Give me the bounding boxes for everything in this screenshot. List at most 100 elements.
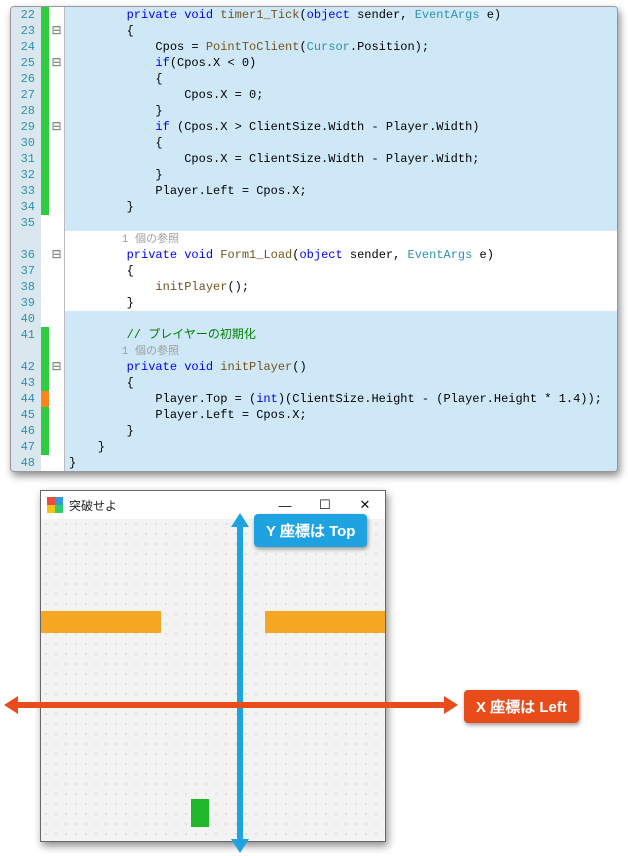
code-line[interactable]: 26 { [11, 71, 617, 87]
code-text[interactable]: initPlayer(); [65, 279, 617, 295]
code-text[interactable]: Cpos = PointToClient(Cursor.Position); [65, 39, 617, 55]
code-text[interactable]: private void timer1_Tick(object sender, … [65, 7, 617, 23]
code-line[interactable]: 31 Cpos.X = ClientSize.Width - Player.Wi… [11, 151, 617, 167]
code-line[interactable]: 43 { [11, 375, 617, 391]
change-marker [41, 327, 49, 343]
code-line[interactable]: 34 } [11, 199, 617, 215]
code-text[interactable]: if(Cpos.X < 0) [65, 55, 617, 71]
code-line[interactable]: 1 個の参照 [11, 231, 617, 247]
code-line[interactable]: 44 Player.Top = (int)(ClientSize.Height … [11, 391, 617, 407]
outline-toggle[interactable]: ⊟ [49, 119, 65, 135]
code-line[interactable]: 23 ⊟ { [11, 23, 617, 39]
change-marker [41, 119, 49, 135]
code-text[interactable]: } [65, 295, 617, 311]
code-line[interactable]: 45 Player.Left = Cpos.X; [11, 407, 617, 423]
code-line[interactable]: 42⊟ private void initPlayer() [11, 359, 617, 375]
code-text[interactable]: 1 個の参照 [65, 343, 617, 359]
code-line[interactable]: 41 // プレイヤーの初期化 [11, 327, 617, 343]
line-number: 39 [11, 295, 41, 311]
x-axis-arrow [16, 702, 446, 708]
outline-toggle[interactable]: ⊟ [49, 247, 65, 263]
outline-toggle [49, 87, 65, 103]
code-text[interactable]: Cpos.X = ClientSize.Width - Player.Width… [65, 151, 617, 167]
diagram-area: 突破せよ — ☐ ✕ Y 座標は Top X 座標は Left [10, 490, 618, 846]
code-line[interactable]: 27 Cpos.X = 0; [11, 87, 617, 103]
code-text[interactable]: private void initPlayer() [65, 359, 617, 375]
line-number: 41 [11, 327, 41, 343]
outline-toggle [49, 167, 65, 183]
code-line[interactable]: 32 } [11, 167, 617, 183]
outline-toggle[interactable]: ⊟ [49, 55, 65, 71]
line-number: 48 [11, 455, 41, 471]
outline-toggle [49, 103, 65, 119]
outline-toggle [49, 39, 65, 55]
code-text[interactable]: Player.Top = (int)(ClientSize.Height - (… [65, 391, 617, 407]
code-line[interactable]: 40 [11, 311, 617, 327]
outline-toggle [49, 375, 65, 391]
line-number: 22 [11, 7, 41, 23]
line-number: 30 [11, 135, 41, 151]
code-line[interactable]: 30 { [11, 135, 617, 151]
line-number: 47 [11, 439, 41, 455]
code-text[interactable]: } [65, 199, 617, 215]
code-text[interactable] [65, 311, 617, 327]
line-number: 23 [11, 23, 41, 39]
outline-toggle [49, 343, 65, 359]
code-line[interactable]: 36 ⊟ private void Form1_Load(object sende… [11, 247, 617, 263]
code-text[interactable]: } [65, 423, 617, 439]
code-text[interactable]: Player.Left = Cpos.X; [65, 183, 617, 199]
x-axis-label: X 座標は Left [464, 690, 579, 723]
code-text[interactable]: { [65, 23, 617, 39]
change-marker [41, 199, 49, 215]
code-text[interactable]: { [65, 375, 617, 391]
line-number: 35 [11, 215, 41, 231]
change-marker [41, 167, 49, 183]
code-line[interactable]: 39 } [11, 295, 617, 311]
code-text[interactable]: { [65, 71, 617, 87]
code-line[interactable]: 29⊟ if (Cpos.X > ClientSize.Width - Play… [11, 119, 617, 135]
code-line[interactable]: 47 } [11, 439, 617, 455]
code-text[interactable]: { [65, 135, 617, 151]
change-marker [41, 151, 49, 167]
code-line[interactable]: 33 Player.Left = Cpos.X; [11, 183, 617, 199]
outline-toggle [49, 231, 65, 247]
code-line[interactable]: 37 { [11, 263, 617, 279]
code-text[interactable]: } [65, 103, 617, 119]
code-line[interactable]: 22 private void timer1_Tick(object sende… [11, 7, 617, 23]
change-marker [41, 295, 49, 311]
code-text[interactable]: } [65, 455, 617, 471]
code-text[interactable]: 1 個の参照 [65, 231, 617, 247]
code-line[interactable]: 35 [11, 215, 617, 231]
line-number: 36 [11, 247, 41, 263]
code-line[interactable]: 24 Cpos = PointToClient(Cursor.Position)… [11, 39, 617, 55]
code-text[interactable]: if (Cpos.X > ClientSize.Width - Player.W… [65, 119, 617, 135]
code-line[interactable]: 25⊟ if(Cpos.X < 0) [11, 55, 617, 71]
player-sprite [191, 799, 209, 827]
line-number: 27 [11, 87, 41, 103]
code-text[interactable] [65, 215, 617, 231]
outline-toggle [49, 151, 65, 167]
code-line[interactable]: 46 } [11, 423, 617, 439]
code-text[interactable]: { [65, 263, 617, 279]
code-line[interactable]: 38 initPlayer(); [11, 279, 617, 295]
code-text[interactable]: Player.Left = Cpos.X; [65, 407, 617, 423]
outline-toggle[interactable]: ⊟ [49, 23, 65, 39]
line-number: 43 [11, 375, 41, 391]
code-line[interactable]: 28 } [11, 103, 617, 119]
code-text[interactable]: private void Form1_Load(object sender, E… [65, 247, 617, 263]
outline-toggle [49, 439, 65, 455]
code-text[interactable]: } [65, 167, 617, 183]
obstacle-right [265, 611, 385, 633]
code-text[interactable]: } [65, 439, 617, 455]
line-number: 32 [11, 167, 41, 183]
change-marker [41, 455, 49, 471]
code-line[interactable]: 1 個の参照 [11, 343, 617, 359]
code-text[interactable]: // プレイヤーの初期化 [65, 327, 617, 343]
change-marker [41, 247, 49, 263]
code-editor[interactable]: 22 private void timer1_Tick(object sende… [10, 6, 618, 472]
code-line[interactable]: 48} [11, 455, 617, 471]
change-marker [41, 39, 49, 55]
code-text[interactable]: Cpos.X = 0; [65, 87, 617, 103]
change-marker [41, 55, 49, 71]
outline-toggle[interactable]: ⊟ [49, 359, 65, 375]
